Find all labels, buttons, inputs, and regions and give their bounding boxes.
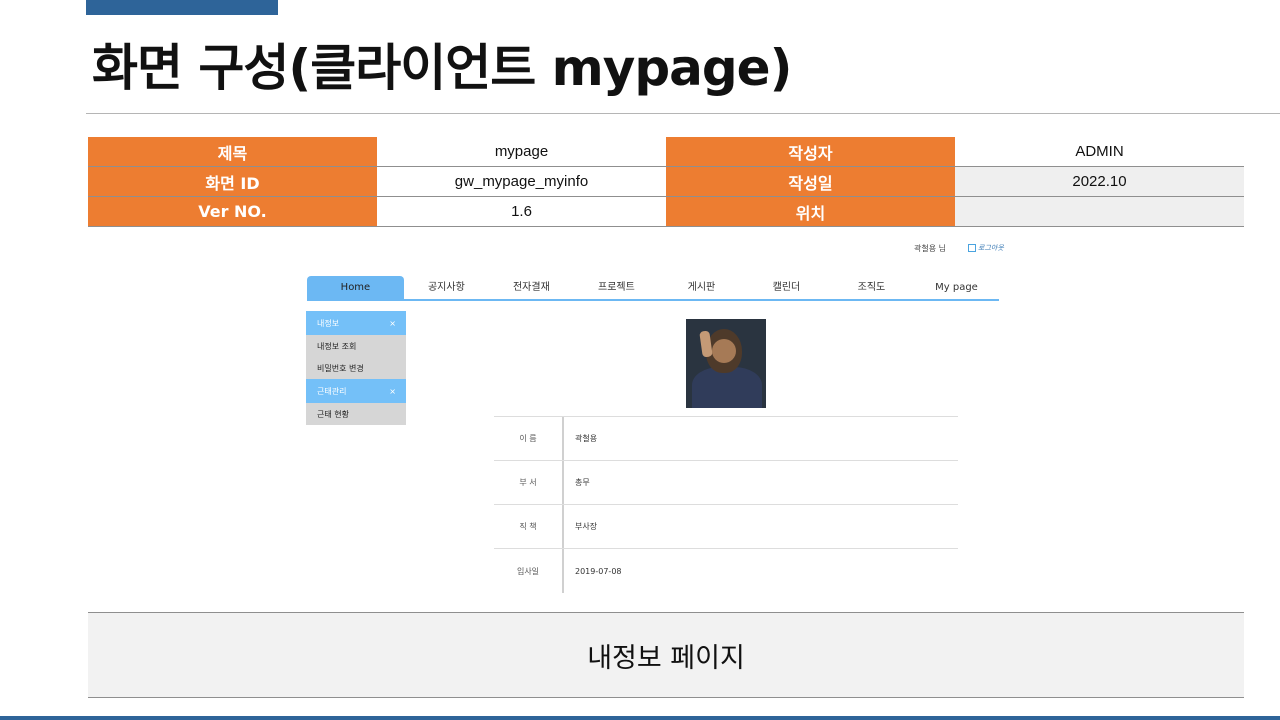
meta-row-version: Ver NO. 1.6 위치	[88, 196, 1244, 227]
nav-notice[interactable]: 공지사항	[404, 276, 489, 300]
logout-button[interactable]: 로그아웃	[968, 243, 1004, 253]
profile-value: 곽철용	[575, 434, 598, 443]
sidebar-group-myinfo[interactable]: 내정보 ×	[306, 311, 406, 335]
document-meta-table: 제목 mypage 작성자 ADMIN 화면 ID gw_mypage_myin…	[88, 137, 1244, 227]
sidebar: 내정보 × 내정보 조회 비밀번호 변경 근태관리 × 근태 현황	[306, 311, 406, 425]
meta-value-screen-id: gw_mypage_myinfo	[377, 166, 666, 197]
screen-caption: 내정보 페이지	[88, 612, 1244, 698]
meta-label-version: Ver NO.	[88, 196, 377, 227]
meta-value-date: 2022.10	[955, 166, 1244, 197]
nav-calendar[interactable]: 캘린더	[744, 276, 829, 300]
main-nav: Home 공지사항 전자결재 프로젝트 게시판 캘린더 조직도 My page	[307, 276, 999, 300]
sidebar-item-attendance-status[interactable]: 근태 현황	[306, 403, 406, 425]
meta-row-screen-id: 화면 ID gw_mypage_myinfo 작성일 2022.10	[88, 166, 1244, 197]
nav-organization[interactable]: 조직도	[829, 276, 914, 300]
profile-row-department: 부 서 총무	[494, 461, 958, 505]
title-divider	[86, 113, 1280, 114]
profile-info-table: 이 름 곽철용 부 서 총무 직 책 부사장 입사일 2019-07-08	[494, 416, 958, 593]
profile-value: 총무	[575, 478, 590, 487]
sidebar-group-attendance[interactable]: 근태관리 ×	[306, 379, 406, 403]
nav-approval[interactable]: 전자결재	[489, 276, 574, 300]
profile-row-position: 직 책 부사장	[494, 505, 958, 549]
profile-row-name: 이 름 곽철용	[494, 417, 958, 461]
profile-photo	[686, 319, 766, 408]
meta-label-location: 위치	[666, 196, 955, 227]
meta-label-date: 작성일	[666, 166, 955, 197]
profile-value: 부사장	[575, 522, 598, 531]
profile-row-hire-date: 입사일 2019-07-08	[494, 549, 958, 593]
meta-value-version: 1.6	[377, 196, 666, 227]
logout-icon	[968, 244, 976, 252]
nav-underline	[307, 299, 999, 301]
nav-project[interactable]: 프로젝트	[574, 276, 659, 300]
profile-value: 2019-07-08	[575, 566, 622, 576]
profile-label: 부 서	[494, 461, 564, 504]
profile-label: 이 름	[494, 417, 564, 460]
meta-label-author: 작성자	[666, 137, 955, 167]
close-icon[interactable]: ×	[389, 319, 396, 328]
meta-value-title: mypage	[377, 137, 666, 167]
profile-label: 입사일	[494, 549, 564, 593]
logout-label: 로그아웃	[978, 244, 1004, 252]
sidebar-group-label: 내정보	[317, 318, 340, 328]
nav-home[interactable]: Home	[307, 276, 404, 300]
sidebar-group-label: 근태관리	[317, 386, 347, 396]
top-accent-bar	[86, 0, 278, 15]
meta-value-location	[955, 196, 1244, 227]
sidebar-item-password-change[interactable]: 비밀번호 변경	[306, 357, 406, 379]
user-name-label: 곽철용 님	[914, 244, 946, 253]
profile-label: 직 책	[494, 505, 564, 548]
meta-label-screen-id: 화면 ID	[88, 166, 377, 197]
slide-title: 화면 구성(클라이언트 mypage)	[92, 39, 792, 97]
bottom-accent-bar	[0, 716, 1280, 720]
nav-mypage[interactable]: My page	[914, 276, 999, 300]
sidebar-item-myinfo-view[interactable]: 내정보 조회	[306, 335, 406, 357]
meta-label-title: 제목	[88, 137, 377, 167]
nav-board[interactable]: 게시판	[659, 276, 744, 300]
meta-value-author: ADMIN	[955, 137, 1244, 167]
meta-row-title: 제목 mypage 작성자 ADMIN	[88, 137, 1244, 167]
close-icon[interactable]: ×	[389, 387, 396, 396]
